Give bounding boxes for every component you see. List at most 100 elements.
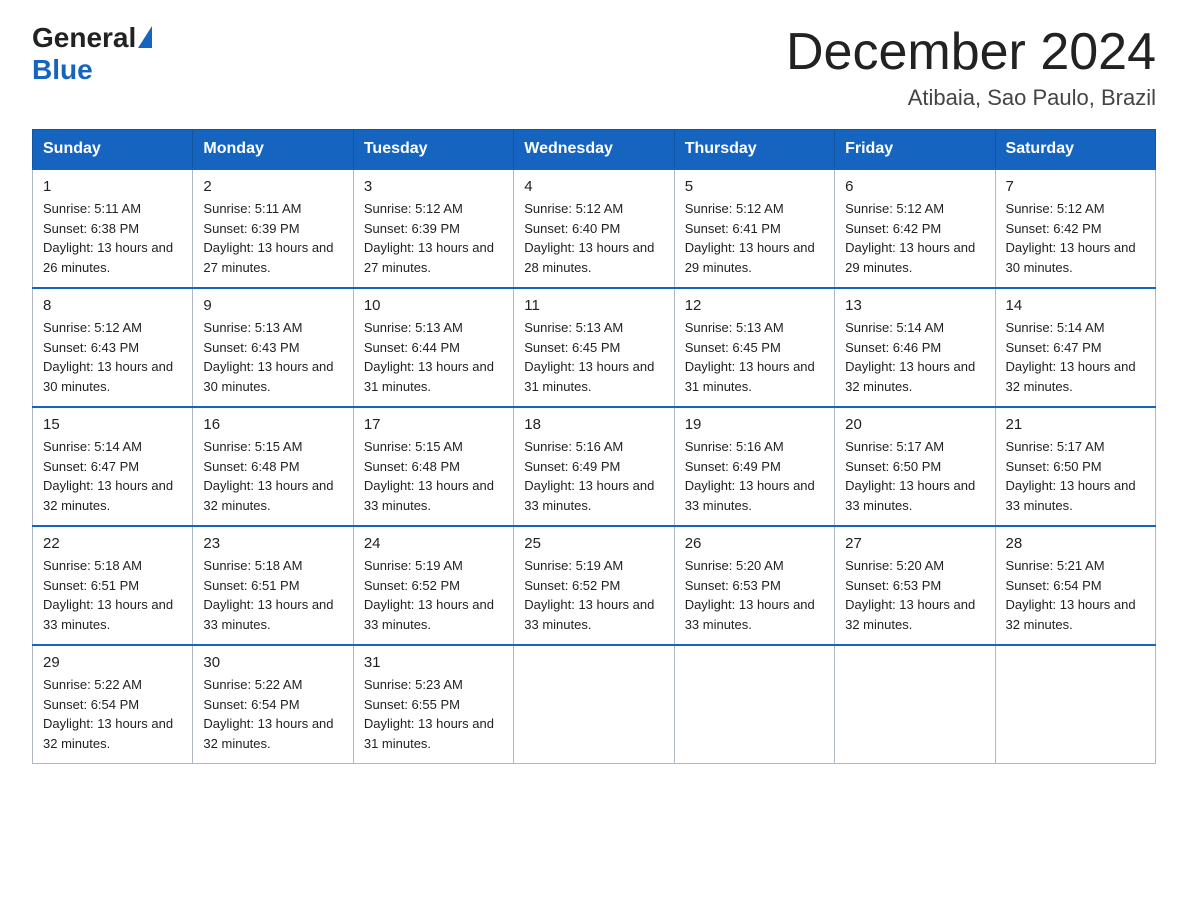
calendar-cell: 10 Sunrise: 5:13 AMSunset: 6:44 PMDayligh…	[353, 288, 513, 407]
day-number: 3	[364, 178, 503, 195]
day-number: 12	[685, 297, 824, 314]
logo-triangle-icon	[138, 26, 152, 48]
day-number: 16	[203, 416, 342, 433]
calendar-cell: 28Sunrise: 5:21 AMSunset: 6:54 PMDayligh…	[995, 526, 1155, 645]
day-number: 29	[43, 654, 182, 671]
calendar-header-row: SundayMondayTuesdayWednesdayThursdayFrid…	[33, 130, 1156, 170]
calendar-week-row: 8Sunrise: 5:12 AMSunset: 6:43 PMDaylight…	[33, 288, 1156, 407]
calendar-header-monday: Monday	[193, 130, 353, 170]
calendar-cell: 17 Sunrise: 5:15 AMSunset: 6:48 PMDayligh…	[353, 407, 513, 526]
day-info: Sunrise: 5:16 AMSunset: 6:49 PMDaylight:…	[685, 437, 824, 515]
day-number: 31	[364, 654, 503, 671]
calendar-cell: 23Sunrise: 5:18 AMSunset: 6:51 PMDayligh…	[193, 526, 353, 645]
calendar-cell: 21Sunrise: 5:17 AMSunset: 6:50 PMDayligh…	[995, 407, 1155, 526]
day-number: 5	[685, 178, 824, 195]
calendar-week-row: 1Sunrise: 5:11 AMSunset: 6:38 PMDaylight…	[33, 169, 1156, 288]
calendar-cell: 4Sunrise: 5:12 AMSunset: 6:40 PMDaylight…	[514, 169, 674, 288]
main-title: December 2024	[786, 24, 1156, 81]
calendar-cell: 3 Sunrise: 5:12 AMSunset: 6:39 PMDaylight…	[353, 169, 513, 288]
logo-general-text: General	[32, 24, 136, 52]
day-number: 6	[845, 178, 984, 195]
calendar-week-row: 22 Sunrise: 5:18 AMSunset: 6:51 PMDayligh…	[33, 526, 1156, 645]
calendar-cell: 16 Sunrise: 5:15 AMSunset: 6:48 PMDayligh…	[193, 407, 353, 526]
calendar-cell: 18Sunrise: 5:16 AMSunset: 6:49 PMDayligh…	[514, 407, 674, 526]
calendar-cell: 1Sunrise: 5:11 AMSunset: 6:38 PMDaylight…	[33, 169, 193, 288]
calendar-cell: 26 Sunrise: 5:20 AMSunset: 6:53 PMDayligh…	[674, 526, 834, 645]
calendar-cell: 24 Sunrise: 5:19 AMSunset: 6:52 PMDayligh…	[353, 526, 513, 645]
day-info: Sunrise: 5:19 AMSunset: 6:52 PMDaylight:…	[524, 556, 663, 634]
day-number: 30	[203, 654, 342, 671]
day-info: Sunrise: 5:13 AMSunset: 6:45 PMDaylight:…	[685, 318, 824, 396]
calendar-cell: 9Sunrise: 5:13 AMSunset: 6:43 PMDaylight…	[193, 288, 353, 407]
day-info: Sunrise: 5:13 AMSunset: 6:45 PMDaylight:…	[524, 318, 663, 396]
calendar-header-tuesday: Tuesday	[353, 130, 513, 170]
day-info: Sunrise: 5:13 AMSunset: 6:44 PMDaylight:…	[364, 318, 503, 396]
day-number: 27	[845, 535, 984, 552]
day-number: 7	[1006, 178, 1145, 195]
day-info: Sunrise: 5:15 AMSunset: 6:48 PMDaylight:…	[203, 437, 342, 515]
day-info: Sunrise: 5:16 AMSunset: 6:49 PMDaylight:…	[524, 437, 663, 515]
day-info: Sunrise: 5:23 AMSunset: 6:55 PMDaylight:…	[364, 675, 503, 753]
day-info: Sunrise: 5:12 AMSunset: 6:40 PMDaylight:…	[524, 199, 663, 277]
calendar-cell	[674, 645, 834, 764]
day-info: Sunrise: 5:12 AMSunset: 6:41 PMDaylight:…	[685, 199, 824, 277]
calendar-header-friday: Friday	[835, 130, 995, 170]
day-info: Sunrise: 5:21 AMSunset: 6:54 PMDaylight:…	[1006, 556, 1145, 634]
day-info: Sunrise: 5:12 AMSunset: 6:42 PMDaylight:…	[845, 199, 984, 277]
subtitle: Atibaia, Sao Paulo, Brazil	[786, 85, 1156, 111]
day-number: 22	[43, 535, 182, 552]
day-info: Sunrise: 5:14 AMSunset: 6:46 PMDaylight:…	[845, 318, 984, 396]
day-number: 14	[1006, 297, 1145, 314]
day-number: 26	[685, 535, 824, 552]
header-row: General Blue December 2024 Atibaia, Sao …	[32, 24, 1156, 111]
day-info: Sunrise: 5:11 AMSunset: 6:38 PMDaylight:…	[43, 199, 182, 277]
day-number: 19	[685, 416, 824, 433]
calendar-cell: 20 Sunrise: 5:17 AMSunset: 6:50 PMDayligh…	[835, 407, 995, 526]
day-number: 15	[43, 416, 182, 433]
day-info: Sunrise: 5:20 AMSunset: 6:53 PMDaylight:…	[845, 556, 984, 634]
day-number: 25	[524, 535, 663, 552]
logo: General	[32, 24, 152, 52]
day-info: Sunrise: 5:19 AMSunset: 6:52 PMDaylight:…	[364, 556, 503, 634]
day-number: 23	[203, 535, 342, 552]
calendar-cell: 30 Sunrise: 5:22 AMSunset: 6:54 PMDayligh…	[193, 645, 353, 764]
calendar-cell: 14 Sunrise: 5:14 AMSunset: 6:47 PMDayligh…	[995, 288, 1155, 407]
day-number: 20	[845, 416, 984, 433]
day-info: Sunrise: 5:22 AMSunset: 6:54 PMDaylight:…	[203, 675, 342, 753]
logo-area: General Blue	[32, 24, 152, 86]
day-info: Sunrise: 5:14 AMSunset: 6:47 PMDaylight:…	[43, 437, 182, 515]
day-info: Sunrise: 5:18 AMSunset: 6:51 PMDaylight:…	[43, 556, 182, 634]
day-info: Sunrise: 5:15 AMSunset: 6:48 PMDaylight:…	[364, 437, 503, 515]
calendar-cell: 5 Sunrise: 5:12 AMSunset: 6:41 PMDaylight…	[674, 169, 834, 288]
calendar-cell	[835, 645, 995, 764]
calendar-cell: 25 Sunrise: 5:19 AMSunset: 6:52 PMDayligh…	[514, 526, 674, 645]
calendar-cell: 31 Sunrise: 5:23 AMSunset: 6:55 PMDayligh…	[353, 645, 513, 764]
day-number: 24	[364, 535, 503, 552]
calendar-cell: 22 Sunrise: 5:18 AMSunset: 6:51 PMDayligh…	[33, 526, 193, 645]
calendar-cell: 11Sunrise: 5:13 AMSunset: 6:45 PMDayligh…	[514, 288, 674, 407]
day-info: Sunrise: 5:12 AMSunset: 6:39 PMDaylight:…	[364, 199, 503, 277]
day-info: Sunrise: 5:20 AMSunset: 6:53 PMDaylight:…	[685, 556, 824, 634]
day-info: Sunrise: 5:17 AMSunset: 6:50 PMDaylight:…	[845, 437, 984, 515]
calendar-header-saturday: Saturday	[995, 130, 1155, 170]
day-info: Sunrise: 5:14 AMSunset: 6:47 PMDaylight:…	[1006, 318, 1145, 396]
calendar-cell: 6 Sunrise: 5:12 AMSunset: 6:42 PMDaylight…	[835, 169, 995, 288]
calendar-cell: 13Sunrise: 5:14 AMSunset: 6:46 PMDayligh…	[835, 288, 995, 407]
day-info: Sunrise: 5:11 AMSunset: 6:39 PMDaylight:…	[203, 199, 342, 277]
calendar-cell: 29Sunrise: 5:22 AMSunset: 6:54 PMDayligh…	[33, 645, 193, 764]
calendar-header-wednesday: Wednesday	[514, 130, 674, 170]
calendar-cell: 27 Sunrise: 5:20 AMSunset: 6:53 PMDayligh…	[835, 526, 995, 645]
calendar-cell: 12 Sunrise: 5:13 AMSunset: 6:45 PMDayligh…	[674, 288, 834, 407]
day-number: 9	[203, 297, 342, 314]
page-container: General Blue December 2024 Atibaia, Sao …	[0, 0, 1188, 796]
day-info: Sunrise: 5:12 AMSunset: 6:42 PMDaylight:…	[1006, 199, 1145, 277]
day-info: Sunrise: 5:17 AMSunset: 6:50 PMDaylight:…	[1006, 437, 1145, 515]
calendar-week-row: 15 Sunrise: 5:14 AMSunset: 6:47 PMDayligh…	[33, 407, 1156, 526]
calendar-cell: 7 Sunrise: 5:12 AMSunset: 6:42 PMDaylight…	[995, 169, 1155, 288]
day-number: 10	[364, 297, 503, 314]
calendar-cell: 8Sunrise: 5:12 AMSunset: 6:43 PMDaylight…	[33, 288, 193, 407]
day-number: 17	[364, 416, 503, 433]
calendar-cell	[514, 645, 674, 764]
day-number: 8	[43, 297, 182, 314]
logo-blue-text: Blue	[32, 54, 93, 85]
